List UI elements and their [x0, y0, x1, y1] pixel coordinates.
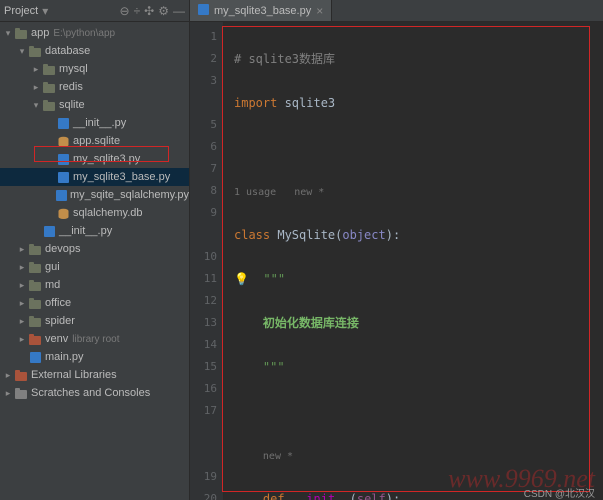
code-text: ):	[386, 492, 400, 500]
chevron-right-icon[interactable]: ▸	[16, 334, 28, 345]
tree-item-label: my_sqite_sqlalchemy.py	[70, 189, 189, 201]
code-text: self	[357, 492, 386, 500]
chevron-right-icon[interactable]: ▸	[16, 262, 28, 273]
tree-item-label: sqlalchemy.db	[73, 207, 143, 219]
tree-item-label: app	[31, 27, 49, 39]
chevron-down-icon[interactable]: ▾	[16, 46, 28, 57]
tree-item-sqlite[interactable]: ▾ sqlite	[0, 96, 189, 114]
code-text: (	[350, 492, 357, 500]
chevron-right-icon[interactable]: ▸	[16, 298, 28, 309]
tree-item-sqlalchemy-db[interactable]: sqlalchemy.db	[0, 204, 189, 222]
tree-item-label: devops	[45, 243, 80, 255]
hide-icon[interactable]: —	[173, 4, 185, 18]
tree-item-devops[interactable]: ▸ devops	[0, 240, 189, 258]
tree-item-scratches[interactable]: ▸ Scratches and Consoles	[0, 384, 189, 402]
intention-bulb-icon[interactable]: 💡	[234, 272, 249, 286]
chevron-right-icon[interactable]: ▸	[30, 82, 42, 93]
tree-item-main-py[interactable]: main.py	[0, 348, 189, 366]
usage-hint[interactable]: 1 usage new *	[234, 187, 324, 198]
code-content[interactable]: # sqlite3数据库 import sqlite3 1 usage new …	[224, 22, 603, 500]
tree-item-label: database	[45, 45, 90, 57]
tree-item-label: mysql	[59, 63, 88, 75]
tree-item-spider[interactable]: ▸ spider	[0, 312, 189, 330]
tree-item-label: redis	[59, 81, 83, 93]
code-text: # sqlite3数据库	[234, 52, 335, 66]
python-file-icon	[198, 4, 209, 18]
code-text: MySqlite(	[270, 228, 342, 242]
tree-root[interactable]: ▾ app E:\python\app	[0, 24, 189, 42]
code-text: sqlite3	[277, 96, 335, 110]
tree-item-label: venv	[45, 333, 68, 345]
tree-item-redis[interactable]: ▸ redis	[0, 78, 189, 96]
chevron-down-icon[interactable]: ▾	[30, 100, 42, 111]
code-text: object	[342, 228, 385, 242]
chevron-right-icon[interactable]: ▸	[16, 280, 28, 291]
tree-item-init-py[interactable]: __init__.py	[0, 114, 189, 132]
tree-item-label: my_sqlite3_base.py	[73, 171, 170, 183]
tree-item-hint: E:\python\app	[53, 28, 115, 39]
tree-item-label: md	[45, 279, 60, 291]
tree-item-label: main.py	[45, 351, 84, 363]
chevron-right-icon[interactable]: ▸	[16, 244, 28, 255]
tree-item-external-libs[interactable]: ▸ External Libraries	[0, 366, 189, 384]
tree-item-venv[interactable]: ▸ venv library root	[0, 330, 189, 348]
chevron-right-icon[interactable]: ▸	[2, 370, 14, 381]
gear-icon[interactable]: ⚙	[158, 4, 169, 18]
locate-icon[interactable]: ✣	[144, 4, 154, 18]
tree-item-my-sqlite3[interactable]: my_sqlite3.py	[0, 150, 189, 168]
tree-item-app-sqlite[interactable]: app.sqlite	[0, 132, 189, 150]
tree-item-hint: library root	[72, 334, 119, 345]
tree-item-label: External Libraries	[31, 369, 117, 381]
code-text: """	[263, 272, 285, 286]
tree-item-my-sqlite3-base[interactable]: my_sqlite3_base.py	[0, 168, 189, 186]
tree-item-label: app.sqlite	[73, 135, 120, 147]
chevron-down-icon[interactable]: ▾	[2, 28, 14, 39]
dropdown-icon[interactable]: ▾	[42, 4, 48, 18]
tree-item-label: gui	[45, 261, 60, 273]
tree-item-init-py-2[interactable]: __init__.py	[0, 222, 189, 240]
code-text: __init__	[292, 492, 350, 500]
close-icon[interactable]: ×	[316, 4, 323, 18]
project-panel: Project ▾ ⊖ ÷ ✣ ⚙ — ▾ app E:\python\app …	[0, 0, 190, 500]
tree-item-gui[interactable]: ▸ gui	[0, 258, 189, 276]
tree-item-database[interactable]: ▾ database	[0, 42, 189, 60]
collapse-icon[interactable]: ⊖	[120, 4, 130, 18]
tree-item-label: __init__.py	[73, 117, 126, 129]
tree-item-office[interactable]: ▸ office	[0, 294, 189, 312]
tree-item-label: my_sqlite3.py	[73, 153, 140, 165]
code-text: import	[234, 96, 277, 110]
tree-item-md[interactable]: ▸ md	[0, 276, 189, 294]
tree-item-label: spider	[45, 315, 75, 327]
code-text: def	[263, 492, 285, 500]
code-text: class	[234, 228, 270, 242]
code-text: """	[263, 360, 285, 374]
chevron-right-icon[interactable]: ▸	[16, 316, 28, 327]
code-editor[interactable]: 1235678910111213141516171920 # sqlite3数据…	[190, 22, 603, 500]
tree-item-label: sqlite	[59, 99, 85, 111]
tree-item-label: Scratches and Consoles	[31, 387, 150, 399]
footer-attribution: CSDN @北汉汉	[524, 485, 595, 500]
code-text: 初始化数据库连接	[263, 316, 359, 330]
tab-label: my_sqlite3_base.py	[214, 5, 311, 17]
chevron-right-icon[interactable]: ▸	[30, 64, 42, 75]
divide-icon[interactable]: ÷	[134, 4, 141, 18]
editor-tab-bar: my_sqlite3_base.py ×	[190, 0, 603, 22]
usage-hint[interactable]: new *	[263, 451, 293, 462]
tree-item-sqlalchemy-py[interactable]: my_sqite_sqlalchemy.py	[0, 186, 189, 204]
project-title: Project	[4, 5, 38, 17]
project-header: Project ▾ ⊖ ÷ ✣ ⚙ —	[0, 0, 189, 22]
tree-item-mysql[interactable]: ▸ mysql	[0, 60, 189, 78]
editor-area: my_sqlite3_base.py × 1235678910111213141…	[190, 0, 603, 500]
project-tree[interactable]: ▾ app E:\python\app ▾ database ▸ mysql ▸…	[0, 22, 189, 500]
tree-item-label: __init__.py	[59, 225, 112, 237]
editor-tab[interactable]: my_sqlite3_base.py ×	[190, 0, 332, 21]
code-text	[285, 492, 292, 500]
line-gutter: 1235678910111213141516171920	[190, 22, 224, 500]
chevron-right-icon[interactable]: ▸	[2, 388, 14, 399]
tree-item-label: office	[45, 297, 71, 309]
code-text: ):	[386, 228, 400, 242]
